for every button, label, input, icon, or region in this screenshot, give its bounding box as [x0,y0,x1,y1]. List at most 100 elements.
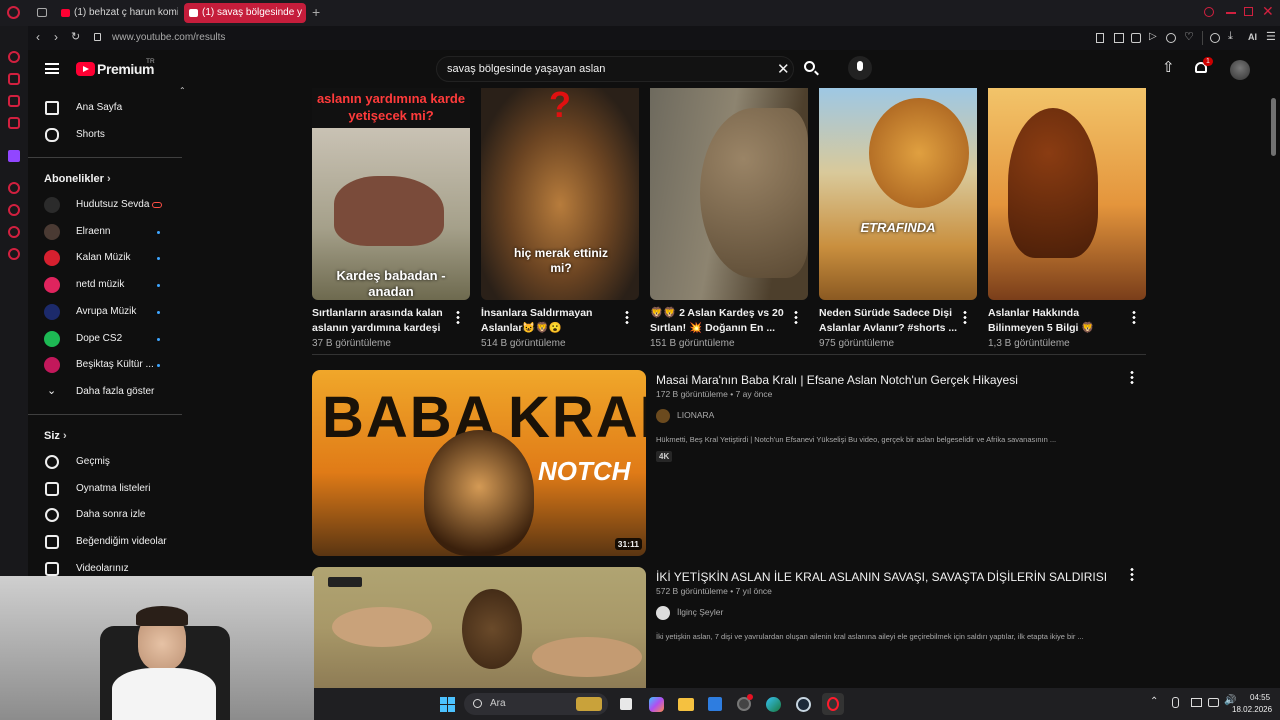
more-options-icon[interactable] [625,310,629,324]
tab-manager-icon[interactable] [37,8,47,17]
task-view-icon[interactable] [620,698,632,710]
tab-savas[interactable]: (1) savaş bölgesinde y [184,3,306,23]
sidebar-subscription-item[interactable]: Elraenn [28,220,182,244]
short-thumbnail[interactable]: ? hiç merak ettiniz mi? [481,88,639,300]
sidebar-subscription-item[interactable]: Beşiktaş Kültür ... [28,353,182,377]
opera-taskbar-icon[interactable] [822,693,844,715]
steam-icon[interactable] [796,697,811,712]
clock-time[interactable]: 04:55 [1250,693,1270,702]
sidebar-subscription-item[interactable]: Avrupa Müzik [28,300,182,324]
video-title[interactable]: İKİ YETİŞKİN ASLAN İLE KRAL ASLANIN SAVA… [656,570,1107,584]
player-bar-icon[interactable]: ▷ [1149,31,1157,42]
short-title[interactable]: Aslanlar Hakkında Bilinmeyen 5 Bilgi 🦁 [988,306,1128,336]
subscriptions-heading[interactable]: Abonelikler › [44,173,111,185]
short-card[interactable]: ETRAFINDA Neden Sürüde Sadece Dişi Aslan… [819,88,977,349]
channel-link[interactable]: İlginç Şeyler [656,605,723,620]
forward-icon[interactable]: › [54,30,58,44]
snapshot-icon[interactable] [1114,33,1124,43]
search-input[interactable] [447,61,767,77]
sidebar-subscription-item[interactable]: Hudutsuz Sevda [28,193,182,217]
more-options-icon[interactable] [794,310,798,324]
maximize-button[interactable] [1244,7,1253,16]
more-options-icon[interactable] [1132,310,1136,324]
sidebar-you-item[interactable]: Daha sonra izle [28,503,182,527]
url-text[interactable]: www.youtube.com/results [112,32,225,43]
video-title[interactable]: Masai Mara'nın Baba Kralı | Efsane Aslan… [656,373,1018,387]
sidebar-you-item[interactable]: Oynatma listeleri [28,477,182,501]
more-options-icon[interactable] [456,310,460,324]
more-options-icon[interactable] [963,310,967,324]
sidebar-subscription-item[interactable]: netd müzik [28,273,182,297]
you-heading[interactable]: Siz › [44,430,67,442]
short-title[interactable]: Neden Sürüde Sadece Dişi Aslanlar Avlanı… [819,306,959,336]
minimize-button[interactable] [1226,12,1236,14]
short-card[interactable]: Aslanlar Hakkında Bilinmeyen 5 Bilgi 🦁 1… [988,88,1146,349]
channel-link[interactable]: LIONARA [656,408,714,423]
sidebar-you-item[interactable]: Geçmiş [28,450,182,474]
sidebar-you-item[interactable]: Beğendiğim videolar [28,530,182,554]
sidebar-subscription-item[interactable]: Kalan Müzik [28,246,182,270]
copilot-icon[interactable] [649,697,664,712]
sidebar-item-shorts[interactable]: Shorts [28,123,182,147]
download-icon[interactable]: ⤓ [1228,30,1233,43]
close-window-button[interactable]: ✕ [1262,3,1274,19]
short-thumbnail[interactable]: ETRAFINDA [819,88,977,300]
microphone-tray-icon[interactable] [1172,697,1179,708]
video-thumbnail[interactable] [312,567,646,688]
upload-icon[interactable]: ⇧ [1162,60,1175,76]
file-explorer-icon[interactable] [678,698,694,711]
scrollbar[interactable] [1271,98,1276,156]
search-tabs-icon[interactable] [1204,7,1214,17]
twitch-icon[interactable] [8,150,20,162]
extensions-rail-icon[interactable] [8,226,20,238]
history-rail-icon[interactable] [8,204,20,216]
avatar[interactable] [1230,60,1250,80]
voice-search-button[interactable] [848,56,872,80]
edge-icon[interactable] [766,697,781,712]
chevron-up-icon[interactable]: ⌃ [1150,696,1158,707]
show-more-button[interactable]: ⌄ Daha fazla göster [28,380,182,404]
short-thumbnail[interactable] [650,88,808,300]
sidebar-collapse-icon[interactable]: ⌃ [179,86,186,95]
adblock-icon[interactable] [1131,33,1141,43]
windows-start-icon[interactable] [440,697,455,712]
instagram-icon[interactable] [8,117,20,129]
aria-icon[interactable] [8,51,20,63]
tab-behzat[interactable]: (1) behzat ç harun komik s [56,3,178,23]
sidebar-item-home[interactable]: Ana Sayfa [28,96,182,120]
more-options-icon[interactable] [1130,567,1134,581]
sidebar-subscription-item[interactable]: Dope CS2 [28,327,182,351]
vpn-icon[interactable] [1166,33,1176,43]
easy-setup-icon[interactable]: ☰ [1266,30,1276,43]
notifications-button[interactable]: 1 [1194,57,1213,76]
taskbar-search[interactable]: Ara [464,693,608,715]
reload-icon[interactable]: ↻ [71,30,80,43]
workspace-icon[interactable] [8,73,20,85]
video-thumbnail[interactable]: BABA KRAL NOTCH 31:11 [312,370,646,556]
account-icon[interactable] [1210,33,1220,43]
messenger-icon[interactable] [8,95,20,107]
video-result[interactable]: BABA KRAL NOTCH 31:11 Masai Mara'nın Bab… [312,370,1146,560]
video-result[interactable]: İKİ YETİŞKİN ASLAN İLE KRAL ASLANIN SAVA… [312,567,1146,688]
short-thumbnail[interactable]: aslanın yardımına karde yetişecek mi? Ka… [312,88,470,300]
clear-search-icon[interactable]: ✕ [777,60,790,78]
heart-icon[interactable]: ♡ [1184,30,1194,43]
short-title[interactable]: 🦁🦁 2 Aslan Kardeş vs 20 Sırtlan! 💥 Doğan… [650,306,790,336]
youtube-logo-icon[interactable] [76,62,95,76]
short-title[interactable]: Sırtlanların arasında kalan aslanın yard… [312,306,452,336]
ai-icon[interactable]: AI [1248,32,1257,42]
search-button[interactable] [800,57,822,79]
settings-rail-icon[interactable] [8,248,20,260]
short-card[interactable]: ? hiç merak ettiniz mi? İnsanlara Saldır… [481,88,639,349]
store-icon[interactable] [708,697,722,711]
short-card[interactable]: aslanın yardımına karde yetişecek mi? Ka… [312,88,470,349]
short-card[interactable]: 🦁🦁 2 Aslan Kardeş vs 20 Sırtlan! 💥 Doğan… [650,88,808,349]
new-tab-button[interactable]: + [312,4,324,20]
back-icon[interactable]: ‹ [36,30,40,44]
short-thumbnail[interactable] [988,88,1146,300]
display-tray-icon[interactable] [1191,698,1202,707]
short-title[interactable]: İnsanlara Saldırmayan Aslanlar😺🦁😮 [481,306,621,336]
menu-icon[interactable] [45,63,59,74]
clock-date[interactable]: 18.02.2026 [1232,705,1272,714]
bookmark-icon[interactable] [1096,33,1104,43]
